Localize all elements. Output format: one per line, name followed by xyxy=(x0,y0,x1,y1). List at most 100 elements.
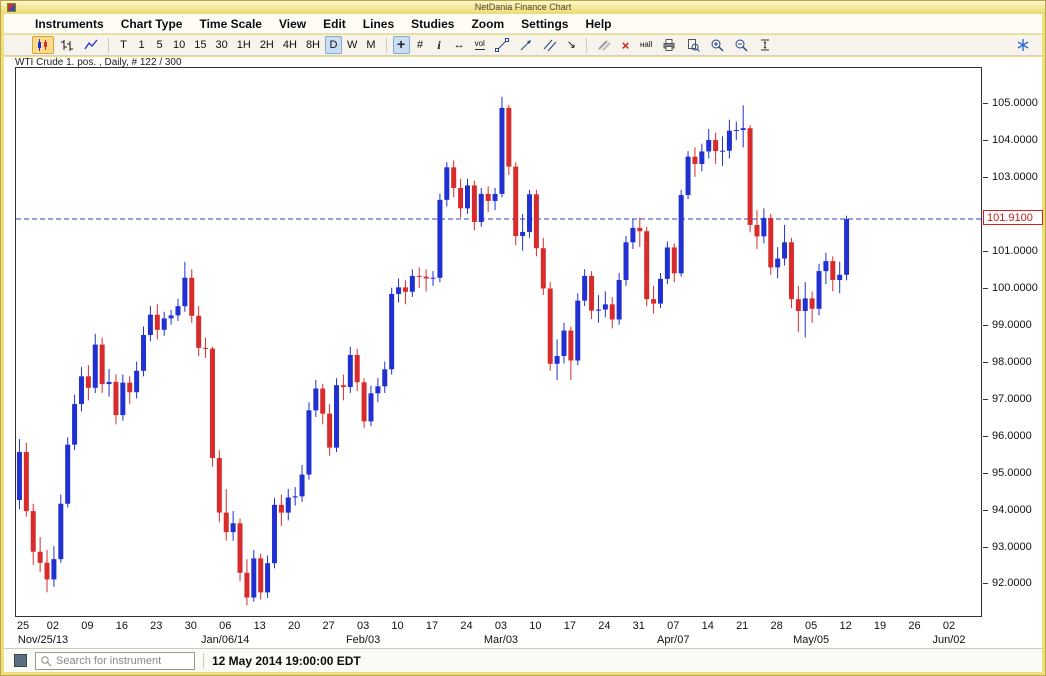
eraser-button[interactable] xyxy=(593,36,615,54)
timeframe-button-15[interactable]: 15 xyxy=(190,36,210,54)
info-button[interactable]: i xyxy=(431,36,448,54)
menu-item-settings[interactable]: Settings xyxy=(521,17,568,31)
candle-body xyxy=(796,299,801,311)
menu-item-chart-type[interactable]: Chart Type xyxy=(121,17,183,31)
x-axis-day-label: 02 xyxy=(943,620,955,632)
search-input[interactable] xyxy=(56,655,190,667)
candle-body xyxy=(493,194,498,201)
candle-body xyxy=(803,298,808,311)
menu-item-lines[interactable]: Lines xyxy=(363,17,394,31)
candle-body xyxy=(182,278,187,306)
menu-item-studies[interactable]: Studies xyxy=(411,17,454,31)
candle-body xyxy=(348,355,353,387)
candle-body xyxy=(837,275,842,280)
menu-item-zoom[interactable]: Zoom xyxy=(471,17,504,31)
price-axis-label: 92.0000 xyxy=(992,577,1032,589)
candle-body xyxy=(768,218,773,267)
vertical-scale-icon xyxy=(758,38,772,52)
chart-plot-area[interactable] xyxy=(16,68,981,616)
candle-body xyxy=(155,315,160,330)
candle-body xyxy=(251,558,256,597)
menu-item-view[interactable]: View xyxy=(279,17,306,31)
timeframe-button-10[interactable]: 10 xyxy=(169,36,189,54)
eraser-icon xyxy=(597,38,611,52)
timeframe-button-m[interactable]: M xyxy=(362,36,379,54)
candle-body xyxy=(65,445,70,504)
menu-item-edit[interactable]: Edit xyxy=(323,17,346,31)
timeframe-button-t[interactable]: T xyxy=(115,36,132,54)
candlestick-chart-button[interactable] xyxy=(32,36,54,54)
candle-body xyxy=(362,382,367,421)
zoom-out-button[interactable] xyxy=(730,36,752,54)
delete-all-button[interactable]: × xyxy=(617,36,634,54)
parallel-channel-button[interactable] xyxy=(539,36,561,54)
timeframe-button-5[interactable]: 5 xyxy=(151,36,168,54)
price-tick-mark xyxy=(983,510,988,511)
price-tick-mark xyxy=(983,399,988,400)
candle-body xyxy=(686,157,691,195)
candle-body xyxy=(568,331,573,361)
crosshair-button[interactable]: + xyxy=(393,36,410,54)
trendline-button[interactable] xyxy=(491,36,513,54)
price-tick-mark xyxy=(983,583,988,584)
timeframe-button-4h[interactable]: 4H xyxy=(279,36,301,54)
x-axis-day-label: 10 xyxy=(529,620,541,632)
hide-all-button[interactable]: ʜall xyxy=(636,36,656,54)
zoom-in-icon xyxy=(710,38,724,52)
timeframe-button-d[interactable]: D xyxy=(325,36,342,54)
candle-body xyxy=(306,410,311,474)
candle-body xyxy=(286,497,291,512)
float-window-button[interactable] xyxy=(1012,36,1034,54)
candle-body xyxy=(169,315,174,318)
draw-arrow-button[interactable]: ↘ xyxy=(563,36,580,54)
candle-body xyxy=(575,301,580,361)
candle-body xyxy=(148,315,153,335)
menu-item-time-scale[interactable]: Time Scale xyxy=(199,17,261,31)
ohlc-bars-button[interactable] xyxy=(56,36,78,54)
x-axis-day-label: 06 xyxy=(219,620,231,632)
candle-body xyxy=(162,318,167,329)
time-axis-days[interactable]: 2502091623300613202703101724031017243107… xyxy=(15,620,982,633)
toolbar-separator xyxy=(386,38,387,53)
toolbar-separator xyxy=(586,38,587,53)
search-box[interactable] xyxy=(35,652,195,670)
x-axis-day-label: 17 xyxy=(426,620,438,632)
grid-icon: # xyxy=(417,40,423,51)
x-axis-day-label: 21 xyxy=(736,620,748,632)
menu-bar: Instruments Chart Type Time Scale View Edit L… xyxy=(4,14,1042,34)
timeframe-button-1[interactable]: 1 xyxy=(133,36,150,54)
horizontal-scale-button[interactable]: ↔ xyxy=(450,36,469,54)
candle-body xyxy=(486,194,491,201)
timeframe-button-2h[interactable]: 2H xyxy=(256,36,278,54)
title-bar[interactable]: NetDania Finance Chart xyxy=(1,1,1045,14)
print-preview-button[interactable] xyxy=(682,36,704,54)
menu-item-help[interactable]: Help xyxy=(585,17,611,31)
zoom-in-button[interactable] xyxy=(706,36,728,54)
x-axis-day-label: 27 xyxy=(323,620,335,632)
candle-body xyxy=(789,242,794,299)
print-button[interactable] xyxy=(658,36,680,54)
candle-body xyxy=(520,232,525,236)
timeframe-button-1h[interactable]: 1H xyxy=(233,36,255,54)
hide-all-icon: ʜall xyxy=(640,41,652,49)
app-window: NetDania Finance Chart Instruments Chart … xyxy=(0,0,1046,676)
candle-body xyxy=(437,200,442,278)
price-axis[interactable]: 105.0000104.0000103.0000101.0000100.0000… xyxy=(985,67,1045,617)
timeframe-button-8h[interactable]: 8H xyxy=(302,36,324,54)
candle-body xyxy=(217,458,222,513)
line-chart-button[interactable] xyxy=(80,36,102,54)
candle-body xyxy=(141,335,146,371)
volume-button[interactable]: vol xyxy=(471,36,489,54)
left-right-arrow-icon: ↔ xyxy=(454,40,465,51)
timeframe-button-w[interactable]: W xyxy=(343,36,361,54)
value-scale-button[interactable] xyxy=(754,36,776,54)
menu-item-instruments[interactable]: Instruments xyxy=(35,17,104,31)
chart-plot-frame xyxy=(15,67,982,617)
candle-body xyxy=(823,261,828,271)
timeframe-button-30[interactable]: 30 xyxy=(212,36,232,54)
grid-button[interactable]: # xyxy=(412,36,429,54)
x-axis-day-label: 25 xyxy=(17,620,29,632)
candle-body xyxy=(113,382,118,415)
ray-button[interactable] xyxy=(515,36,537,54)
candle-body xyxy=(45,563,50,580)
